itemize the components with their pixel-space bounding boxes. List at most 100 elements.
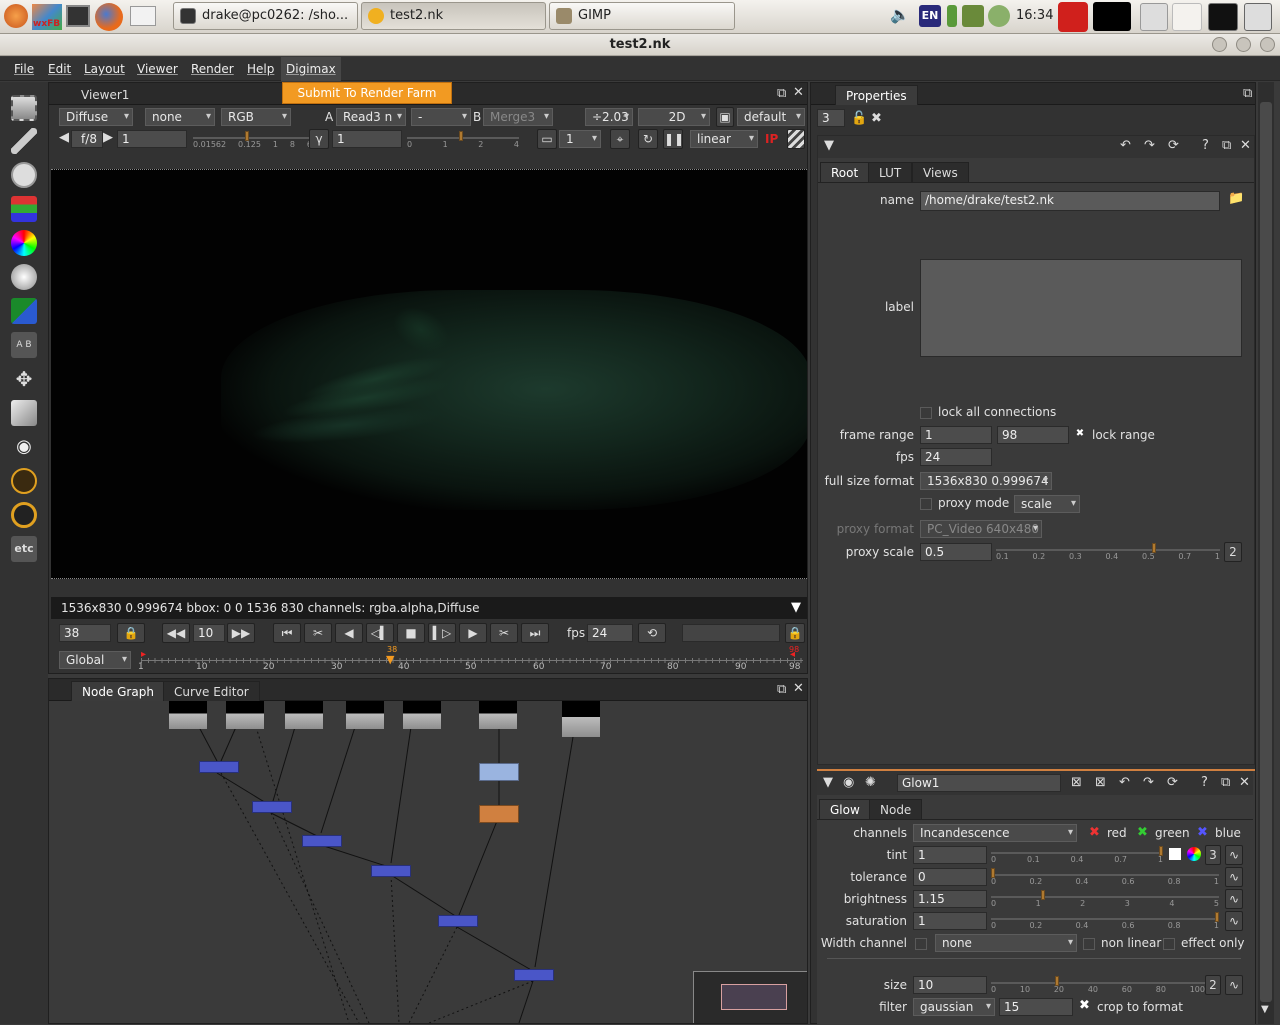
float-panel-icon[interactable]: ⧉	[1221, 775, 1230, 790]
proxy-mode-checkbox[interactable]	[920, 498, 932, 510]
proxy-scale-field[interactable]: 0.5	[920, 543, 992, 561]
menu-render[interactable]: Render	[186, 57, 239, 81]
tint-animation-icon[interactable]: ∿	[1225, 845, 1243, 865]
revert-icon[interactable]: ⟳	[1167, 775, 1178, 790]
proxy-scale-split-button[interactable]: 2	[1224, 542, 1242, 562]
maximize-button[interactable]	[1236, 37, 1251, 52]
format-select[interactable]: 1536x830 0.999674	[920, 472, 1052, 490]
tolerance-field[interactable]: 0	[913, 868, 987, 886]
read-node[interactable]	[479, 701, 517, 729]
keyer-tool-icon[interactable]	[11, 298, 37, 324]
pause-icon[interactable]: ❚❚	[663, 129, 684, 149]
menu-viewer[interactable]: Viewer	[132, 57, 183, 81]
proxy-toggle-icon[interactable]: ▭	[537, 129, 557, 149]
other-tool-icon[interactable]: etc	[11, 536, 37, 562]
width-channel-checkbox[interactable]	[915, 938, 927, 950]
menu-help[interactable]: Help	[242, 57, 279, 81]
saturation-animation-icon[interactable]: ∿	[1225, 911, 1243, 931]
max-panels-field[interactable]: 3	[817, 109, 845, 127]
read-node[interactable]	[346, 701, 384, 729]
image-tool-icon[interactable]	[11, 95, 37, 121]
firefox-task-icon[interactable]	[1140, 3, 1168, 31]
fstop-field[interactable]: f/8	[71, 130, 103, 148]
color-node-icon[interactable]: ⊠	[1095, 775, 1106, 790]
step-back-increment-icon[interactable]: ◀◀	[162, 623, 190, 643]
read-node[interactable]	[403, 701, 441, 729]
gain-slider[interactable]: 0.015620.1251864	[193, 129, 317, 149]
lock-range-checkbox[interactable]: ✖	[1074, 429, 1086, 441]
effect-only-checkbox[interactable]	[1163, 938, 1175, 950]
ubuntu-menu-icon[interactable]	[4, 4, 28, 28]
brightness-animation-icon[interactable]: ∿	[1225, 889, 1243, 909]
ocula-tool-icon[interactable]	[11, 502, 37, 528]
menu-edit[interactable]: Edit	[43, 57, 76, 81]
close-panel-icon[interactable]: ✕	[1240, 138, 1251, 153]
proxy-scale-slider[interactable]: 0.1 0.2 0.3 0.4 0.5 0.7 1	[996, 541, 1220, 561]
undo-icon[interactable]: ↶	[1120, 138, 1131, 153]
navigator-minimap[interactable]	[693, 971, 807, 1023]
views-tool-icon[interactable]: ◉	[11, 434, 37, 460]
task-gimp[interactable]: GIMP	[549, 2, 735, 30]
size-animation-icon[interactable]: ∿	[1225, 975, 1243, 995]
proxy-level-select[interactable]: 1	[559, 130, 601, 148]
tab-views[interactable]: Views	[912, 162, 969, 182]
filter-tool-icon[interactable]	[11, 264, 37, 290]
tint-swatch[interactable]	[1169, 848, 1181, 860]
filter-select[interactable]: gaussian	[913, 998, 995, 1016]
b-composite-select[interactable]: -	[411, 108, 471, 126]
timeline-scope-select[interactable]: Global	[59, 651, 131, 669]
gain-field[interactable]: 1	[117, 130, 187, 148]
nodegraph-canvas[interactable]	[49, 701, 807, 1023]
scroll-down-icon[interactable]: ▼	[1261, 1004, 1269, 1015]
time-tool-icon[interactable]	[11, 162, 37, 188]
tab-root[interactable]: Root	[820, 162, 870, 182]
merge-tool-icon[interactable]: A B	[11, 332, 37, 358]
redo-icon[interactable]: ↷	[1143, 775, 1154, 790]
nuke-task-icon[interactable]	[1208, 3, 1238, 31]
playhead-marker[interactable]: ▼	[386, 653, 394, 666]
wipe-icon[interactable]	[787, 129, 805, 149]
roi-icon[interactable]: ⌖	[610, 129, 630, 149]
merge-node[interactable]	[514, 969, 554, 981]
clock[interactable]: 16:34	[1016, 8, 1053, 23]
menu-file[interactable]: File	[9, 57, 39, 81]
3d-tool-icon[interactable]	[11, 400, 37, 426]
size-field[interactable]: 10	[913, 976, 987, 994]
loop-icon[interactable]: ⟲	[638, 623, 666, 643]
merge-node[interactable]	[438, 915, 478, 927]
undo-icon[interactable]: ↶	[1119, 775, 1130, 790]
next-frame-icon[interactable]: ▶	[459, 623, 487, 643]
color-wheel-icon[interactable]	[1187, 847, 1201, 861]
read-node-selected[interactable]	[562, 701, 600, 737]
clear-panels-icon[interactable]: ✖	[871, 111, 882, 126]
close-panel-icon[interactable]: ✕	[1239, 775, 1250, 790]
tolerance-slider[interactable]: 0 0.2 0.4 0.6 0.8 1	[991, 866, 1219, 886]
lock-icon[interactable]: 🔒	[117, 623, 145, 643]
alpha-select[interactable]: none	[145, 108, 215, 126]
last-frame-icon[interactable]: ⏭	[521, 623, 549, 643]
merge-node[interactable]	[252, 801, 292, 813]
play-backward-icon[interactable]: ◁▍	[366, 623, 394, 643]
channels-select[interactable]: Incandescence	[913, 824, 1077, 842]
menu-layout[interactable]: Layout	[79, 57, 130, 81]
terminal-launcher-icon[interactable]	[66, 5, 90, 27]
timeline-extra-field[interactable]	[682, 624, 780, 642]
tab-glow[interactable]: Glow	[819, 799, 871, 819]
float-pane-icon[interactable]: ⧉	[1243, 86, 1252, 101]
name-field[interactable]: /home/drake/test2.nk	[920, 191, 1220, 211]
node-name-field[interactable]: Glow1	[897, 774, 1061, 792]
size-split-button[interactable]: 2	[1205, 975, 1221, 995]
collapse-icon[interactable]: ▼	[823, 775, 833, 790]
float-pane-icon[interactable]: ⧉	[777, 86, 786, 101]
updates-icon[interactable]	[962, 5, 984, 27]
in-point-marker[interactable]: ▸	[141, 649, 146, 660]
mail-launcher-icon[interactable]	[130, 6, 156, 26]
info-dropdown-icon[interactable]: ▼	[791, 597, 801, 619]
viewer-canvas[interactable]	[51, 169, 807, 579]
task-terminal[interactable]: drake@pc0262: /sho...	[173, 2, 358, 30]
frame-start-field[interactable]: 1	[920, 426, 992, 444]
fstop-prev-icon[interactable]: ◀	[59, 130, 69, 145]
keyboard-layout-indicator[interactable]: EN	[919, 5, 941, 27]
transform-tool-icon[interactable]: ✥	[11, 366, 37, 392]
lut-select[interactable]: default	[737, 108, 805, 126]
